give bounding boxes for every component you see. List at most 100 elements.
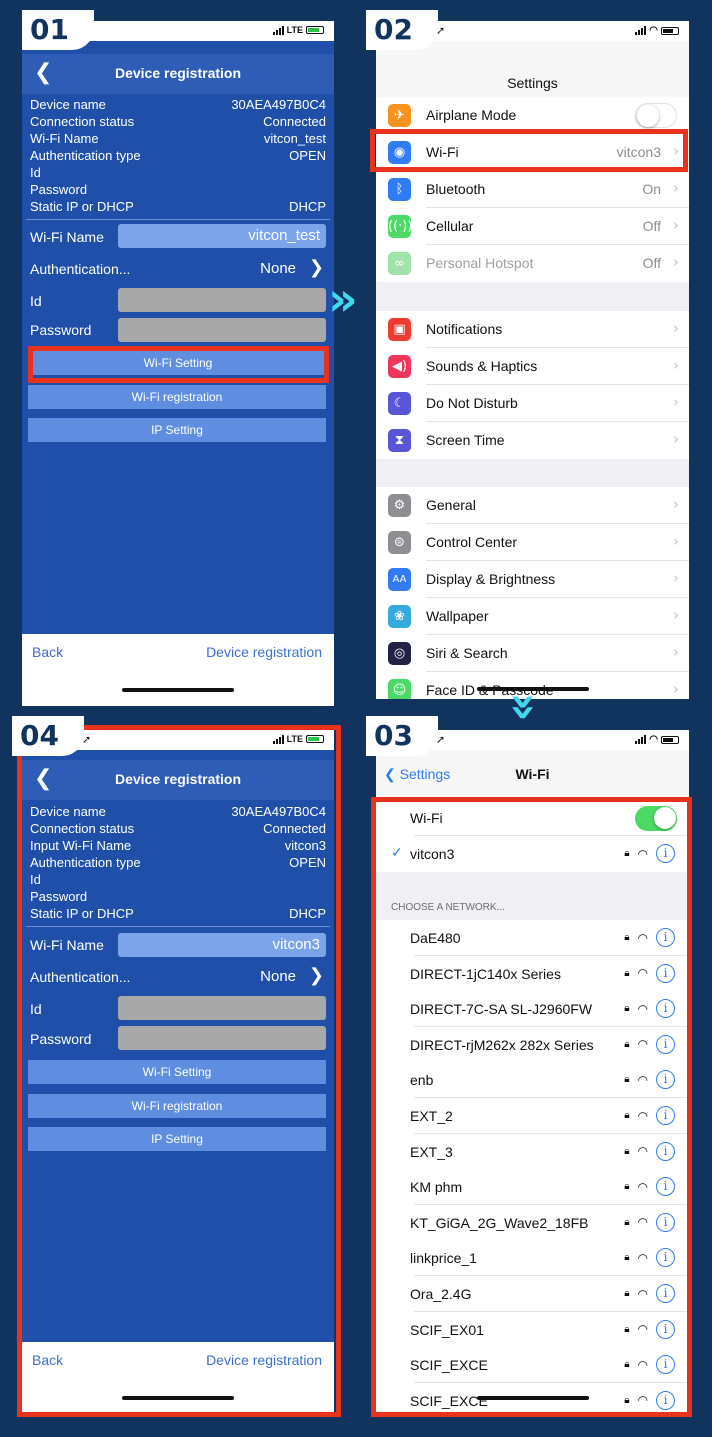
device-registration-button[interactable]: Device registration (206, 644, 322, 660)
row-label: Notifications (426, 321, 503, 337)
settings-row-control-center[interactable]: ⊜ Control Center › (376, 524, 689, 561)
hourglass-icon: ⧗ (388, 429, 411, 452)
wifi-status-icon: ◠ (649, 25, 658, 36)
settings-row-hotspot[interactable]: ∞ Personal Hotspot Off › (376, 245, 689, 282)
settings-row-screen-time[interactable]: ⧗ Screen Time › (376, 422, 689, 459)
page-title: Wi-Fi (515, 766, 550, 782)
status-icons: LTE (272, 25, 324, 35)
bottom-bar: Back Device registration (22, 634, 334, 706)
airplane-icon: ✈ (388, 104, 411, 127)
row-label: Personal Hotspot (426, 255, 534, 271)
faceid-icon: ☺ (388, 679, 411, 699)
authentication-value[interactable]: None (260, 260, 296, 277)
row-value: Off (642, 255, 661, 271)
wallpaper-icon: ❀ (388, 605, 411, 628)
row-label: Bluetooth (426, 181, 486, 197)
settings-row-wallpaper[interactable]: ❀ Wallpaper › (376, 598, 689, 635)
step-badge-03: 03 (366, 716, 438, 756)
wifi-registration-button[interactable]: Wi-Fi registration (28, 385, 326, 409)
wifi-nav: ❮ Settings Wi-Fi (376, 750, 689, 798)
row-label: Control Center (426, 534, 518, 550)
chevron-right-icon: › (673, 643, 679, 661)
home-indicator (476, 687, 589, 691)
highlight-wifi-list (371, 797, 692, 1417)
authentication-label: Authentication... (30, 261, 131, 277)
settings-row-sounds[interactable]: ◀) Sounds & Haptics › (376, 348, 689, 385)
gear-icon: ⚙ (388, 494, 411, 517)
info-row-static-ip: Static IP or DHCP DHCP (30, 199, 326, 216)
back-button[interactable]: Back (32, 644, 63, 660)
settings-row-notifications[interactable]: ▣ Notifications › (376, 311, 689, 348)
home-indicator (122, 688, 234, 692)
password-label: Password (30, 322, 92, 338)
chevron-right-icon: › (673, 216, 679, 234)
network-type: LTE (286, 25, 303, 35)
settings-row-dnd[interactable]: ☾ Do Not Disturb › (376, 385, 689, 422)
row-label: Sounds & Haptics (426, 358, 538, 374)
info-row-password: Password (30, 182, 326, 199)
chevron-right-icon: › (673, 319, 679, 337)
switches-icon: ⊜ (388, 531, 411, 554)
info-key: Authentication type (30, 148, 141, 163)
settings-row-siri[interactable]: ◎ Siri & Search › (376, 635, 689, 672)
ip-setting-button[interactable]: IP Setting (28, 418, 326, 442)
settings-row-general[interactable]: ⚙ General › (376, 487, 689, 524)
chevron-right-icon: › (673, 253, 679, 271)
highlight-wifi-row (370, 129, 688, 172)
divider (26, 219, 330, 220)
chevron-right-icon: › (673, 606, 679, 624)
highlight-screen-04 (17, 725, 341, 1417)
step-badge-01: 01 (22, 10, 94, 50)
chevron-right-icon[interactable]: ❯ (309, 257, 324, 278)
step-badge-04: 04 (12, 716, 84, 756)
info-row-id: Id (30, 165, 326, 182)
sounds-icon: ◀) (388, 355, 411, 378)
row-label: General (426, 497, 476, 513)
settings-row-cellular[interactable]: ((·)) Cellular Off › (376, 208, 689, 245)
info-value: DHCP (289, 199, 326, 214)
row-value: On (642, 181, 661, 197)
chevron-right-icon: › (673, 430, 679, 448)
chevron-right-icon: › (673, 569, 679, 587)
chevron-right-icon: › (673, 356, 679, 374)
row-label: Do Not Disturb (426, 395, 518, 411)
row-label: Airplane Mode (426, 107, 517, 123)
signal-icon (272, 25, 284, 35)
notifications-icon: ▣ (388, 318, 411, 341)
siri-icon: ◎ (388, 642, 411, 665)
info-value: Connected (263, 114, 326, 129)
row-label: Screen Time (426, 432, 505, 448)
step-badge-02: 02 (366, 10, 438, 50)
info-value: 30AEA497B0C4 (231, 97, 326, 112)
page-title: Device registration (114, 65, 242, 81)
info-key: Connection status (30, 114, 135, 129)
info-row-wifi-name: Wi-Fi Name vitcon_test (30, 131, 326, 148)
battery-icon (661, 735, 679, 744)
bluetooth-icon: ᛒ (388, 178, 411, 201)
id-input[interactable] (118, 288, 326, 312)
info-value: vitcon_test (263, 131, 326, 146)
status-icons: ◠ (635, 734, 679, 745)
row-label: Cellular (426, 218, 474, 234)
signal-icon (635, 26, 647, 35)
wifi-name-input[interactable]: vitcon_test (118, 224, 326, 248)
battery-icon (306, 26, 324, 34)
double-chevron-down-icon: » (497, 692, 552, 722)
wifi-status-icon: ◠ (649, 734, 658, 745)
page-title: Settings (507, 75, 558, 91)
hotspot-icon: ∞ (388, 252, 411, 275)
airplane-toggle[interactable] (635, 103, 677, 128)
chevron-right-icon: › (673, 532, 679, 550)
info-key: Static IP or DHCP (30, 199, 134, 214)
id-label: Id (30, 293, 42, 309)
info-value: OPEN (289, 148, 326, 163)
info-key: Device name (30, 97, 106, 112)
settings-row-bluetooth[interactable]: ᛒ Bluetooth On › (376, 171, 689, 208)
wifi-name-label: Wi-Fi Name (30, 229, 104, 245)
settings-row-display[interactable]: AA Display & Brightness › (376, 561, 689, 598)
info-row-auth-type: Authentication type OPEN (30, 148, 326, 165)
password-input[interactable] (118, 318, 326, 342)
display-icon: AA (388, 568, 411, 591)
chevron-right-icon: › (673, 179, 679, 197)
row-value: Off (642, 218, 661, 234)
